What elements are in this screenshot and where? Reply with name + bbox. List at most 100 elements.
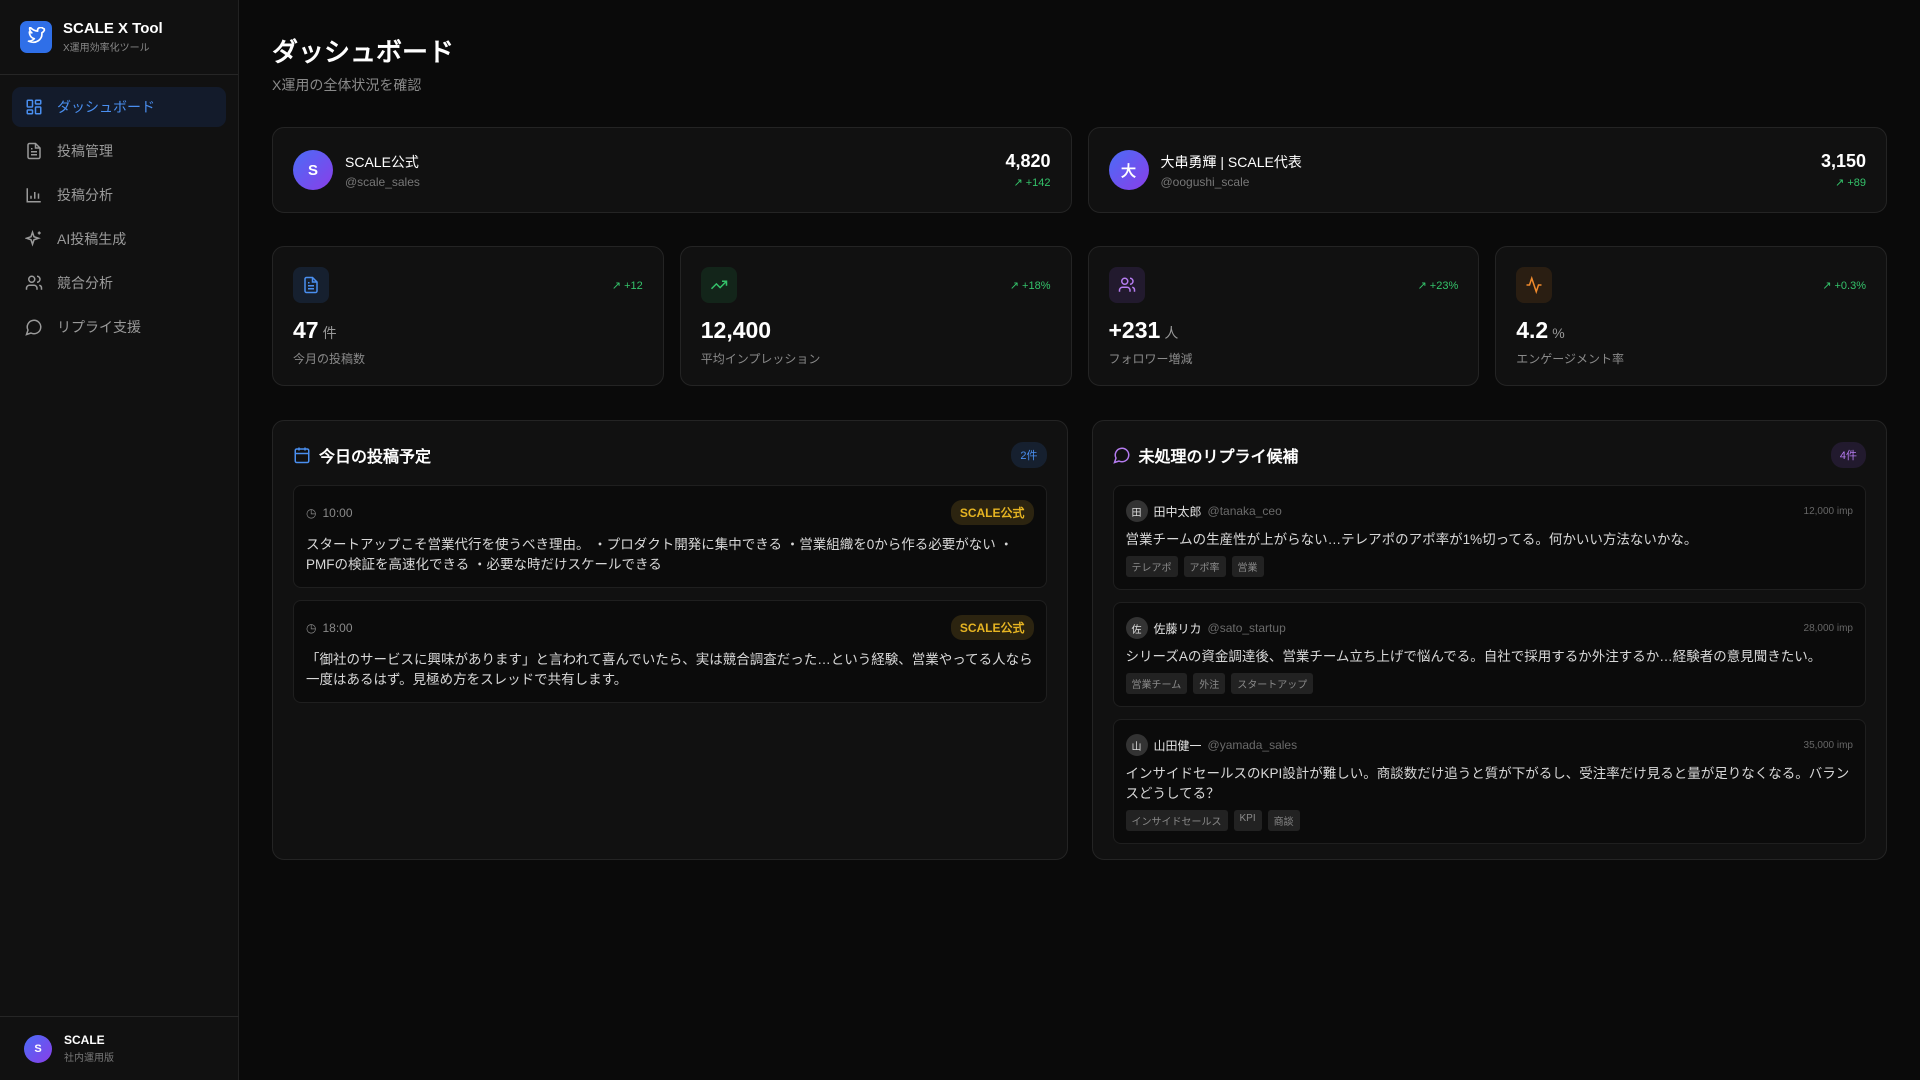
trending-up-icon xyxy=(700,267,737,303)
grid-icon xyxy=(26,99,42,115)
trend-up-icon: ↗ xyxy=(611,280,625,292)
scheduled-post[interactable]: ◷ 10:00 SCALE公式 スタートアップこそ営業代行を使うべき理由。 ・プロダ… xyxy=(293,485,1047,588)
stat-card-posts: ↗ +12 47 件 今月の投稿数 xyxy=(272,246,664,386)
reply-candidate[interactable]: 田田中太郎 @tanaka_ceo 12,000 imp 営業チームの生産性が上がら… xyxy=(1112,485,1866,590)
impressions: 28,000 imp xyxy=(1803,622,1853,634)
reply-handle: @yamada_sales xyxy=(1207,738,1298,752)
post-time: 18:00 xyxy=(322,620,353,635)
reply-text: インサイドセールスのKPI設計が難しい。商談数だけ追うと質が下がるし、受注率だけ… xyxy=(1125,766,1850,801)
panels: 今日の投稿予定 2件 ◷ 10:00 SCALE公式 スタートアップこそ営業代行を使… xyxy=(272,420,1887,860)
stat-unit: 人 xyxy=(1164,325,1179,341)
tag: 商談 xyxy=(1267,810,1300,831)
account-handle: @oogushi_scale xyxy=(1160,174,1250,189)
post-time: 10:00 xyxy=(322,505,353,520)
stat-delta: +0.3% xyxy=(1834,280,1867,292)
calendar-icon xyxy=(294,447,310,464)
scheduled-post[interactable]: ◷ 18:00 SCALE公式 「御社のサービスに興味があります」と言われて喜んでい… xyxy=(293,600,1047,703)
sidebar-nav: ダッシュボード 投稿管理 投稿分析 AI投稿生成 競合分析 リプライ支援 xyxy=(0,75,238,363)
stat-label: 今月の投稿数 xyxy=(293,352,366,366)
count-badge: 2件 xyxy=(1011,442,1047,468)
sidebar-item-label: 投稿管理 xyxy=(57,143,113,159)
stat-value: 12,400 xyxy=(700,317,772,343)
page-title: ダッシュボード xyxy=(272,37,455,67)
sidebar-item-label: AI投稿生成 xyxy=(57,231,127,247)
tag: スタートアップ xyxy=(1231,673,1314,694)
stat-value: 47 xyxy=(293,317,319,343)
reply-text: 営業チームの生産性が上がらない…テレアポのアポ率が1%切ってる。何かいい方法ない… xyxy=(1125,532,1698,547)
users-icon xyxy=(25,275,43,290)
sidebar-item-label: ダッシュボード xyxy=(57,99,155,115)
tag: 外注 xyxy=(1193,673,1226,694)
panel-title: 未処理のリプライ候補 xyxy=(1138,449,1299,466)
sidebar-item-posts[interactable]: 投稿管理 xyxy=(12,131,226,171)
tag: アポ率 xyxy=(1183,556,1226,577)
clock-icon: ◷ xyxy=(306,505,317,520)
sidebar-item-competitors[interactable]: 競合分析 xyxy=(12,263,226,303)
stat-unit: 件 xyxy=(322,325,337,341)
stat-cards: ↗ +12 47 件 今月の投稿数 ↗ +18% 12,400 平均インプレッショ… xyxy=(272,246,1887,386)
impressions: 35,000 imp xyxy=(1803,739,1853,751)
account-card[interactable]: S SCALE公式 @scale_sales 4,820 ↗ +142 xyxy=(272,127,1072,213)
follower-delta: +89 xyxy=(1847,177,1866,189)
reply-author: 田中太郎 xyxy=(1153,504,1202,519)
reply-handle: @tanaka_ceo xyxy=(1207,504,1282,518)
avatar: S xyxy=(24,1034,52,1063)
stat-value: 4.2 xyxy=(1516,317,1549,343)
users-icon xyxy=(1108,267,1145,303)
tag: 営業 xyxy=(1231,556,1264,577)
sidebar-item-ai-generate[interactable]: AI投稿生成 xyxy=(12,219,226,259)
stat-label: 平均インプレッション xyxy=(700,352,821,366)
account-card[interactable]: 大 大串勇輝 | SCALE代表 @oogushi_scale 3,150 ↗ +8… xyxy=(1087,127,1887,213)
panel-title: 今日の投稿予定 xyxy=(319,449,432,466)
trend-up-icon: ↗ xyxy=(1835,177,1848,189)
account-name: 大串勇輝 | SCALE代表 xyxy=(1160,153,1302,170)
clock-icon: ◷ xyxy=(306,620,317,635)
stat-card-impressions: ↗ +18% 12,400 平均インプレッション xyxy=(679,246,1072,386)
user-footer[interactable]: S SCALE 社内運用版 xyxy=(0,1016,239,1080)
follower-count: 3,150 xyxy=(1820,151,1866,171)
account-handle: @scale_sales xyxy=(345,174,420,189)
message-icon xyxy=(25,319,42,336)
sidebar-item-analytics[interactable]: 投稿分析 xyxy=(12,175,226,215)
stat-label: エンゲージメント率 xyxy=(1516,352,1625,366)
account-badge: SCALE公式 xyxy=(950,500,1034,525)
trend-up-icon: ↗ xyxy=(1013,177,1026,189)
sidebar-item-label: リプライ支援 xyxy=(57,319,141,335)
replies-panel: 未処理のリプライ候補 4件 田田中太郎 @tanaka_ceo 12,000 imp… xyxy=(1091,420,1887,860)
stat-delta: +18% xyxy=(1022,280,1051,292)
stat-card-followers: ↗ +23% +231 人 フォロワー増減 xyxy=(1087,246,1480,386)
schedule-panel: 今日の投稿予定 2件 ◷ 10:00 SCALE公式 スタートアップこそ営業代行を使… xyxy=(272,420,1068,860)
brand: SCALE X Tool X運用効率化ツール xyxy=(0,0,238,75)
reply-candidate[interactable]: 佐佐藤リカ @sato_startup 28,000 imp シリーズAの資金調達後… xyxy=(1112,602,1866,707)
activity-icon xyxy=(1516,267,1553,303)
account-badge: SCALE公式 xyxy=(950,615,1034,640)
reply-candidate[interactable]: 山山田健一 @yamada_sales 35,000 imp インサイドセールスのK… xyxy=(1112,719,1866,844)
sparkles-icon xyxy=(25,230,41,247)
tag: KPI xyxy=(1233,810,1262,831)
reply-author: 佐藤リカ xyxy=(1153,621,1202,636)
stat-unit: % xyxy=(1552,325,1565,341)
account-name: SCALE公式 xyxy=(345,153,419,170)
user-name: SCALE xyxy=(64,1033,105,1047)
stat-label: フォロワー増減 xyxy=(1108,352,1193,366)
tag: テレアポ xyxy=(1125,556,1178,577)
follower-count: 4,820 xyxy=(1005,151,1051,171)
stat-card-engagement: ↗ +0.3% 4.2% エンゲージメント率 xyxy=(1495,246,1887,386)
avatar: 大 xyxy=(1108,150,1149,190)
sidebar-item-label: 投稿分析 xyxy=(57,187,113,203)
sidebar: SCALE X Tool X運用効率化ツール ダッシュボード 投稿管理 投稿分析… xyxy=(0,0,239,1080)
sidebar-item-dashboard[interactable]: ダッシュボード xyxy=(12,87,226,127)
sidebar-item-reply[interactable]: リプライ支援 xyxy=(12,307,226,347)
post-text: 「御社のサービスに興味があります」と言われて喜んでいたら、実は競合調査だった…と… xyxy=(306,652,1033,687)
trend-up-icon: ↗ xyxy=(1417,280,1430,292)
user-plan: 社内運用版 xyxy=(64,1053,114,1064)
bird-logo-icon xyxy=(20,21,52,53)
message-icon xyxy=(1112,447,1129,464)
document-icon xyxy=(27,142,41,160)
reply-author: 山田健一 xyxy=(1153,738,1202,753)
bar-chart-icon xyxy=(26,188,41,203)
reply-handle: @sato_startup xyxy=(1207,621,1286,635)
account-cards: S SCALE公式 @scale_sales 4,820 ↗ +142 大 大串勇輝… xyxy=(272,127,1887,213)
page-subtitle: X運用の全体状況を確認 xyxy=(272,77,422,93)
avatar: S xyxy=(293,150,333,190)
